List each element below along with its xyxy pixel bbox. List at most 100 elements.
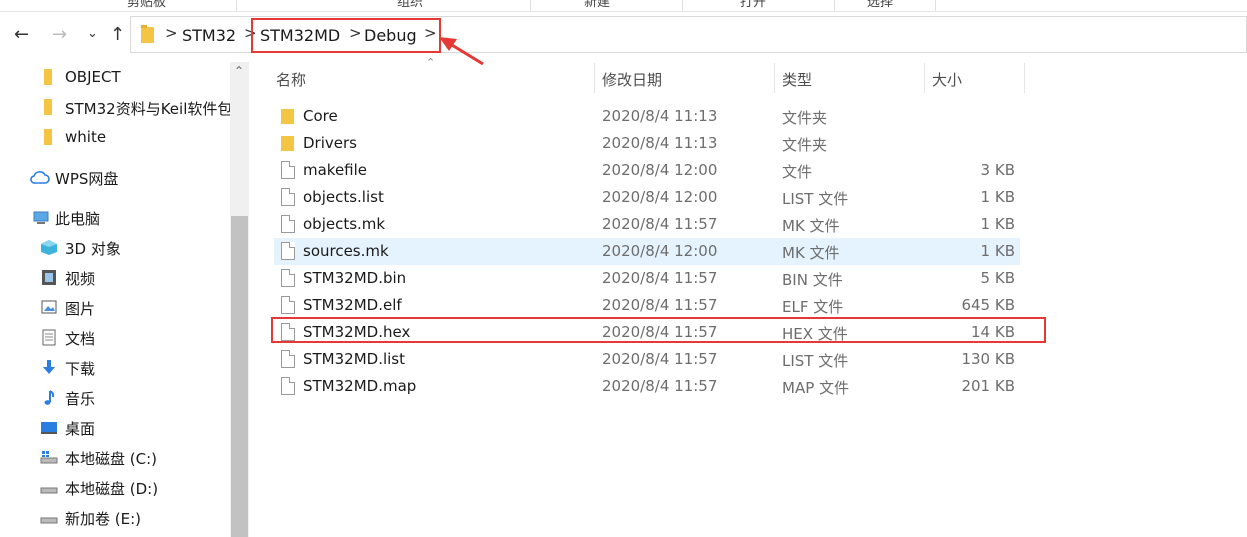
sidebar-scrollbar[interactable]: ⌃ <box>230 62 249 537</box>
file-row[interactable]: makefile 2020/8/4 12:00 文件 3 KB <box>274 157 1020 184</box>
file-date: 2020/8/4 11:57 <box>602 269 718 287</box>
sidebar-item-label: 音乐 <box>65 390 96 408</box>
sidebar-item-drive-c[interactable]: 本地磁盘 (C:) <box>0 443 230 471</box>
sidebar-item-music[interactable]: 音乐 <box>0 383 230 411</box>
file-name: Drivers <box>303 134 357 152</box>
file-row[interactable]: STM32MD.hex 2020/8/4 11:57 HEX 文件 14 KB <box>274 319 1020 346</box>
column-divider[interactable] <box>924 63 925 93</box>
file-row[interactable]: STM32MD.map 2020/8/4 11:57 MAP 文件 201 KB <box>274 373 1020 400</box>
file-date: 2020/8/4 11:13 <box>602 134 718 152</box>
sidebar-item-label: 本地磁盘 (D:) <box>65 480 159 498</box>
sidebar-item-wps[interactable]: WPS网盘 <box>0 163 230 191</box>
file-size: 1 KB <box>980 188 1015 206</box>
ribbon-group-label: 剪贴板 <box>127 0 167 10</box>
file-name: objects.list <box>303 188 384 206</box>
breadcrumb-separator-icon[interactable]: > <box>165 24 178 42</box>
file-icon <box>281 269 295 287</box>
breadcrumb-stm32[interactable]: STM32 <box>182 26 236 45</box>
computer-icon <box>33 211 49 224</box>
file-row[interactable]: STM32MD.bin 2020/8/4 11:57 BIN 文件 5 KB <box>274 265 1020 292</box>
file-name: STM32MD.bin <box>303 269 407 287</box>
sidebar-item-drive-e[interactable]: 新加卷 (E:) <box>0 503 230 531</box>
cube-icon <box>41 240 57 255</box>
file-row[interactable]: STM32MD.elf 2020/8/4 11:57 ELF 文件 645 KB <box>274 292 1020 319</box>
file-size: 3 KB <box>980 161 1015 179</box>
sidebar-item-label: 新加卷 (E:) <box>65 510 142 528</box>
ribbon-group-select[interactable]: 选择 <box>835 0 936 11</box>
ribbon-group-new[interactable]: 新建 <box>531 0 683 11</box>
scroll-up-icon[interactable]: ⌃ <box>234 64 244 78</box>
sidebar-item-label: 此电脑 <box>55 210 101 228</box>
sidebar-item-label: STM32资料与Keil软件包 <box>65 100 230 118</box>
column-header-size[interactable]: 大小 <box>932 69 962 89</box>
file-type: LIST 文件 <box>782 190 849 208</box>
folder-icon <box>141 25 154 43</box>
sidebar-item-documents[interactable]: 文档 <box>0 323 230 351</box>
breadcrumb-stm32md[interactable]: STM32MD <box>260 26 340 45</box>
chevron-down-icon[interactable]: ⌄ <box>87 26 98 41</box>
sidebar-item-label: 桌面 <box>65 420 96 438</box>
file-type: 文件夹 <box>782 109 828 127</box>
address-bar[interactable]: > STM32 > STM32MD > Debug > <box>130 16 1247 53</box>
sidebar-item-label: 下载 <box>65 360 96 378</box>
column-header-date[interactable]: 修改日期 <box>602 69 662 89</box>
ribbon-group-label: 打开 <box>740 0 767 10</box>
column-divider[interactable] <box>1024 63 1025 93</box>
document-icon <box>42 329 56 346</box>
file-row[interactable]: objects.mk 2020/8/4 11:57 MK 文件 1 KB <box>274 211 1020 238</box>
column-header-name[interactable]: 名称 <box>276 69 306 89</box>
breadcrumb-separator-icon[interactable]: > <box>349 24 362 42</box>
sidebar-item-3d-objects[interactable]: 3D 对象 <box>0 233 230 261</box>
file-type: ELF 文件 <box>782 298 844 316</box>
ribbon-group-organize[interactable]: 组织 <box>237 0 531 11</box>
file-date: 2020/8/4 12:00 <box>602 161 718 179</box>
breadcrumb-separator-icon[interactable]: > <box>244 24 257 42</box>
sidebar-item-drive-d[interactable]: 本地磁盘 (D:) <box>0 473 230 501</box>
column-header-type[interactable]: 类型 <box>782 69 812 89</box>
sidebar-item-white[interactable]: white <box>0 123 230 151</box>
sidebar-item-stm32-resources[interactable]: STM32资料与Keil软件包 <box>0 93 230 121</box>
column-divider[interactable] <box>594 63 595 93</box>
file-size: 130 KB <box>961 350 1015 368</box>
file-size: 645 KB <box>961 296 1015 314</box>
file-size: 201 KB <box>961 377 1015 395</box>
file-row[interactable]: STM32MD.list 2020/8/4 11:57 LIST 文件 130 … <box>274 346 1020 373</box>
scrollbar-thumb[interactable] <box>231 216 248 537</box>
sidebar-item-videos[interactable]: 视频 <box>0 263 230 291</box>
arrow-left-icon[interactable]: ← <box>14 24 29 45</box>
sidebar-item-downloads[interactable]: 下载 <box>0 353 230 381</box>
file-date: 2020/8/4 11:57 <box>602 350 718 368</box>
folder-icon <box>44 99 52 115</box>
column-divider[interactable] <box>774 63 775 93</box>
file-row[interactable]: objects.list 2020/8/4 12:00 LIST 文件 1 KB <box>274 184 1020 211</box>
sidebar-item-this-pc[interactable]: 此电脑 <box>0 203 230 231</box>
navigation-pane: OBJECT STM32资料与Keil软件包 white WPS网盘 此电脑 3… <box>0 62 250 537</box>
file-size: 14 KB <box>971 323 1015 341</box>
file-date: 2020/8/4 11:13 <box>602 107 718 125</box>
file-name: STM32MD.hex <box>303 323 411 341</box>
ribbon-group-open[interactable]: 打开 <box>683 0 835 11</box>
sidebar-item-label: 图片 <box>65 300 96 318</box>
file-row[interactable]: Core 2020/8/4 11:13 文件夹 <box>274 103 1020 130</box>
arrow-right-icon[interactable]: → <box>52 24 67 45</box>
ribbon-group-clipboard[interactable]: 剪贴板 <box>0 0 237 11</box>
file-icon <box>281 323 295 341</box>
sidebar-item-label: OBJECT <box>65 68 121 86</box>
file-row[interactable]: Drivers 2020/8/4 11:13 文件夹 <box>274 130 1020 157</box>
file-icon <box>281 161 295 179</box>
drive-icon <box>40 451 58 464</box>
file-row-hovered[interactable]: sources.mk 2020/8/4 12:00 MK 文件 1 KB <box>274 238 1020 265</box>
file-type: HEX 文件 <box>782 325 848 343</box>
file-date: 2020/8/4 11:57 <box>602 323 718 341</box>
file-type: LIST 文件 <box>782 352 849 370</box>
file-size: 1 KB <box>980 215 1015 233</box>
file-icon <box>281 296 295 314</box>
sidebar-item-object[interactable]: OBJECT <box>0 63 230 91</box>
sidebar-item-pictures[interactable]: 图片 <box>0 293 230 321</box>
file-name: Core <box>303 107 338 125</box>
breadcrumb-debug[interactable]: Debug <box>364 26 417 45</box>
arrow-up-icon[interactable]: ↑ <box>110 24 125 45</box>
folder-icon <box>44 69 52 85</box>
sidebar-item-desktop[interactable]: 桌面 <box>0 413 230 441</box>
sidebar-item-label: white <box>65 128 107 146</box>
